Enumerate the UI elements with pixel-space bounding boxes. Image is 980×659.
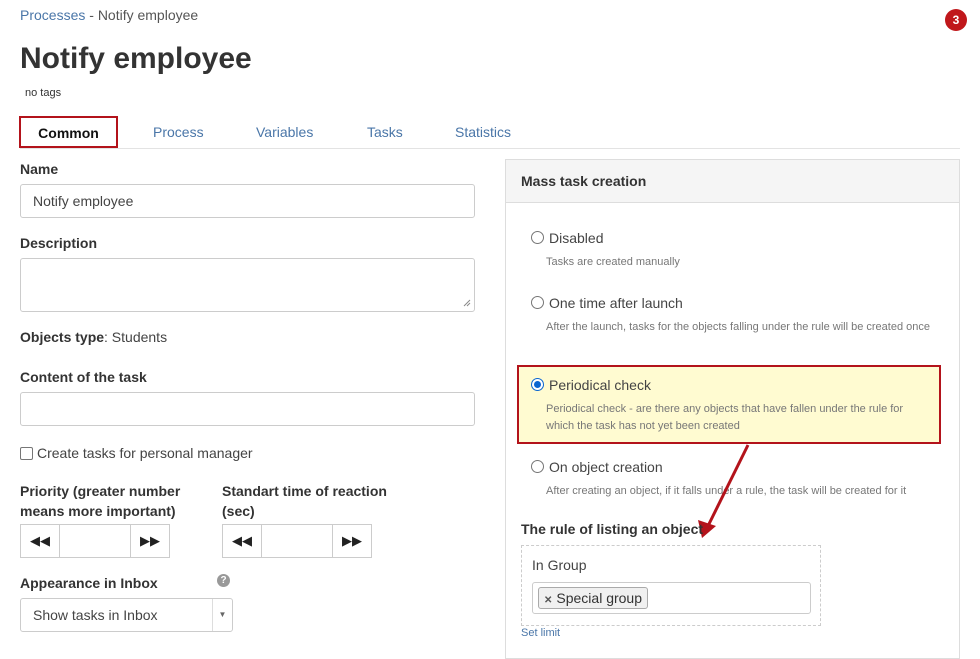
reaction-label-line2: (sec) [222,503,255,519]
group-chip-label: Special group [556,590,643,606]
option-disabled-label: Disabled [549,230,604,246]
rule-title: The rule of listing an object [521,521,704,537]
help-icon[interactable]: ? [217,574,230,587]
name-input[interactable]: Notify employee [20,184,475,218]
option-periodical-desc: Periodical check - are there any objects… [546,403,904,432]
mass-task-panel-title: Mass task creation [505,159,960,203]
description-label: Description [20,235,98,251]
tags-label[interactable]: no tags [25,87,61,99]
priority-value[interactable] [59,525,131,557]
breadcrumb-separator: - [89,7,94,23]
tabs-divider [20,148,960,149]
group-chip: ✕ Special group [538,587,649,609]
tab-tasks[interactable]: Tasks [367,117,403,147]
description-textarea[interactable] [20,258,475,312]
fast-forward-icon[interactable]: ▶▶ [131,525,169,557]
reaction-label-line1: Standart time of reaction [222,483,387,499]
tab-common[interactable]: Common [19,116,118,148]
breadcrumb-current: Notify employee [97,7,199,23]
set-limit-link[interactable]: Set limit [521,627,560,639]
option-periodical-label: Periodical check [549,377,651,393]
option-on-creation-label: On object creation [549,459,663,475]
content-label: Content of the task [20,369,147,385]
priority-label-line1: Priority (greater number [20,483,181,499]
breadcrumb-processes-link[interactable]: Processes [20,7,85,23]
option-disabled-desc: Tasks are created manually [546,256,680,268]
appearance-select-value: Show tasks in Inbox [33,607,158,623]
breadcrumb: Processes - Notify employee [20,7,198,23]
remove-chip-icon[interactable]: ✕ [544,595,552,606]
fast-forward-icon[interactable]: ▶▶ [333,525,371,557]
priority-label-line2: means more important) [20,503,176,519]
caret-down-icon[interactable]: ▼ [212,599,232,631]
radio-one-time[interactable] [531,296,544,309]
reaction-time-label: Standart time of reaction (sec) [222,481,387,521]
rewind-icon[interactable]: ◀◀ [21,525,59,557]
priority-stepper[interactable]: ◀◀ ▶▶ [20,524,170,558]
rule-group-label: In Group [532,557,587,573]
content-input[interactable] [20,392,475,426]
page-title: Notify employee [20,42,252,75]
tab-process[interactable]: Process [153,117,204,147]
option-one-time[interactable]: One time after launch [531,295,683,313]
objects-type-label: Objects type [20,329,105,345]
option-one-time-desc: After the launch, tasks for the objects … [546,321,930,333]
resize-handle-icon[interactable] [463,299,471,307]
radio-disabled[interactable] [531,231,544,244]
priority-label: Priority (greater number means more impo… [20,481,180,521]
tab-statistics[interactable]: Statistics [455,117,511,147]
objects-type: Objects type: Students [20,329,167,345]
notification-badge[interactable]: 3 [945,9,967,31]
reaction-time-value[interactable] [261,525,333,557]
personal-manager-checkbox[interactable] [20,446,33,460]
radio-on-creation[interactable] [531,460,544,473]
appearance-label: Appearance in Inbox [20,575,158,591]
radio-periodical[interactable] [531,378,544,391]
name-label: Name [20,161,59,177]
option-on-creation[interactable]: On object creation [531,459,663,477]
personal-manager-label: Create tasks for personal manager [37,445,253,461]
tab-variables[interactable]: Variables [256,117,313,147]
option-one-time-label: One time after launch [549,295,683,311]
personal-manager-option[interactable]: Create tasks for personal manager [20,445,253,461]
option-periodical[interactable]: Periodical check [531,377,651,395]
rewind-icon[interactable]: ◀◀ [223,525,261,557]
option-disabled[interactable]: Disabled [531,230,603,248]
reaction-time-stepper[interactable]: ◀◀ ▶▶ [222,524,372,558]
objects-type-value: : Students [104,329,168,345]
appearance-select[interactable]: Show tasks in Inbox ▼ [20,598,233,632]
